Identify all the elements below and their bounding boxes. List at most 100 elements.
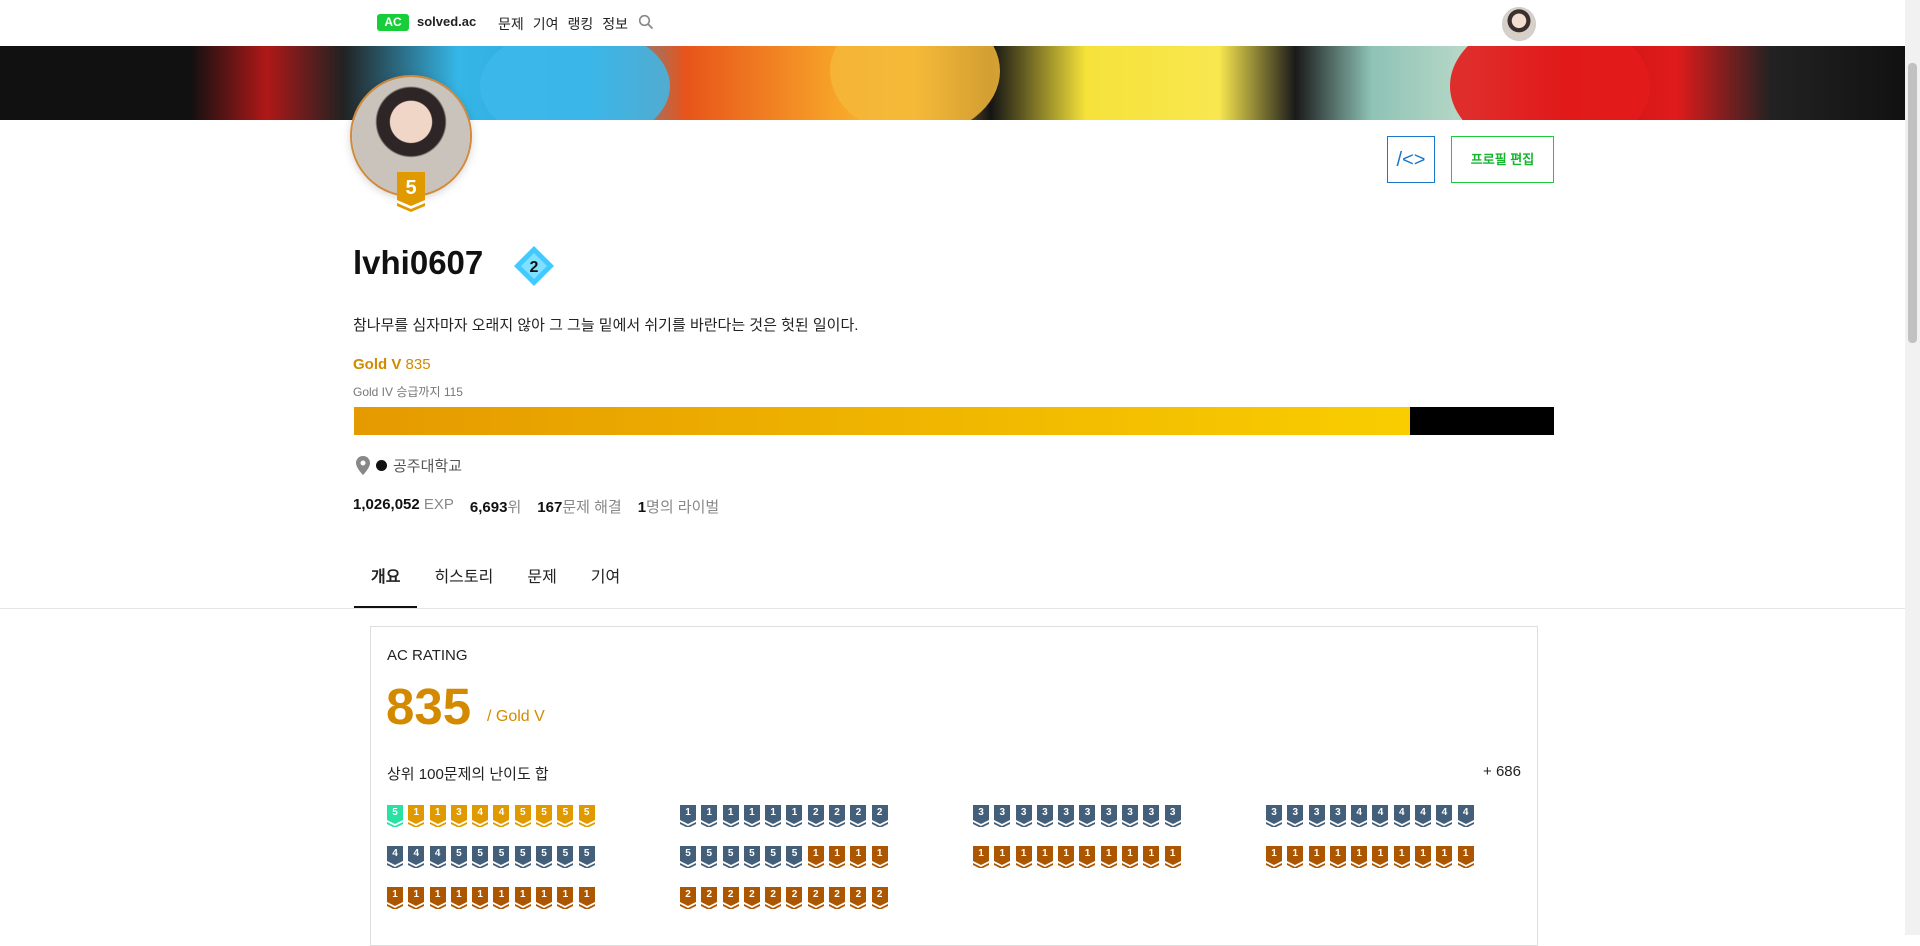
problem-tier-badge[interactable]: 5 (536, 805, 553, 827)
page-scrollbar[interactable] (1905, 0, 1920, 935)
problem-tier-badge[interactable]: 2 (850, 887, 867, 909)
problem-tier-badge[interactable]: 1 (1015, 846, 1032, 868)
problem-tier-badge[interactable]: 3 (1143, 805, 1160, 827)
problem-tier-badge[interactable]: 2 (829, 887, 846, 909)
problem-tier-badge[interactable]: 1 (680, 805, 696, 827)
problem-tier-badge[interactable]: 3 (1122, 805, 1139, 827)
problem-tier-badge[interactable]: 3 (1015, 805, 1032, 827)
user-avatar-menu[interactable] (1502, 7, 1536, 41)
nav-link-contribute[interactable]: 기여 (533, 14, 559, 34)
edit-profile-button[interactable]: 프로필 편집 (1451, 136, 1554, 183)
problem-tier-badge[interactable]: 1 (871, 846, 888, 868)
problem-tier-badge[interactable]: 3 (1266, 805, 1282, 827)
problem-tier-badge[interactable]: 2 (850, 805, 867, 827)
problem-tier-badge[interactable]: 5 (786, 846, 803, 868)
problem-tier-badge[interactable]: 1 (1393, 846, 1410, 868)
problem-tier-badge[interactable]: 3 (1308, 805, 1325, 827)
problem-tier-badge[interactable]: 4 (1393, 805, 1410, 827)
problem-tier-badge[interactable]: 1 (557, 887, 574, 909)
problem-tier-badge[interactable]: 1 (408, 805, 425, 827)
problem-tier-badge[interactable]: 1 (722, 805, 739, 827)
search-icon[interactable] (638, 14, 654, 30)
problem-tier-badge[interactable]: 1 (1266, 846, 1282, 868)
problem-tier-badge[interactable]: 1 (578, 887, 595, 909)
problem-tier-badge[interactable]: 3 (994, 805, 1011, 827)
nav-link-ranking[interactable]: 랭킹 (568, 14, 594, 34)
problem-tier-badge[interactable]: 3 (1058, 805, 1075, 827)
problem-tier-badge[interactable]: 5 (701, 846, 718, 868)
problem-tier-badge[interactable]: 1 (850, 846, 867, 868)
problem-tier-badge[interactable]: 1 (1122, 846, 1139, 868)
problem-tier-badge[interactable]: 5 (578, 805, 595, 827)
problem-tier-badge[interactable]: 1 (1329, 846, 1346, 868)
school-name[interactable]: 공주대학교 (393, 455, 462, 476)
problem-tier-badge[interactable]: 5 (536, 846, 553, 868)
problem-tier-badge[interactable]: 1 (994, 846, 1011, 868)
problem-tier-badge[interactable]: 2 (680, 887, 696, 909)
problem-tier-badge[interactable]: 2 (807, 887, 824, 909)
tab-problems[interactable]: 문제 (510, 564, 573, 609)
problem-tier-badge[interactable]: 1 (450, 887, 467, 909)
problem-tier-badge[interactable]: 2 (765, 887, 782, 909)
problem-tier-badge[interactable]: 2 (786, 887, 803, 909)
problem-tier-badge[interactable]: 1 (493, 887, 510, 909)
problem-tier-badge[interactable]: 2 (871, 805, 888, 827)
problem-tier-badge[interactable]: 4 (472, 805, 489, 827)
problem-tier-badge[interactable]: 5 (557, 805, 574, 827)
problem-tier-badge[interactable]: 1 (1415, 846, 1432, 868)
problem-tier-badge[interactable]: 3 (1100, 805, 1117, 827)
problem-tier-badge[interactable]: 1 (1100, 846, 1117, 868)
nav-link-problems[interactable]: 문제 (498, 14, 524, 34)
problem-tier-badge[interactable]: 4 (1351, 805, 1368, 827)
problem-tier-badge[interactable]: 3 (1036, 805, 1053, 827)
problem-tier-badge[interactable]: 3 (1079, 805, 1096, 827)
problem-tier-badge[interactable]: 1 (1372, 846, 1389, 868)
problem-tier-badge[interactable]: 1 (1287, 846, 1304, 868)
problem-tier-badge[interactable]: 2 (829, 805, 846, 827)
problem-tier-badge[interactable]: 1 (514, 887, 531, 909)
problem-tier-badge[interactable]: 1 (1308, 846, 1325, 868)
problem-tier-badge[interactable]: 1 (743, 805, 760, 827)
logo-text[interactable]: solved.ac (417, 14, 476, 29)
problem-tier-badge[interactable]: 1 (387, 887, 403, 909)
problem-tier-badge[interactable]: 1 (786, 805, 803, 827)
problem-tier-badge[interactable]: 2 (722, 887, 739, 909)
problem-tier-badge[interactable]: 1 (408, 887, 425, 909)
problem-tier-badge[interactable]: 2 (701, 887, 718, 909)
problem-tier-badge[interactable]: 1 (429, 805, 446, 827)
problem-tier-badge[interactable]: 2 (743, 887, 760, 909)
problem-tier-badge[interactable]: 1 (1143, 846, 1160, 868)
problem-tier-badge[interactable]: 2 (807, 805, 824, 827)
problem-tier-badge[interactable]: 5 (743, 846, 760, 868)
problem-tier-badge[interactable]: 5 (514, 846, 531, 868)
problem-tier-badge[interactable]: 1 (1436, 846, 1453, 868)
problem-tier-badge[interactable]: 5 (765, 846, 782, 868)
problem-tier-badge[interactable]: 4 (1372, 805, 1389, 827)
problem-tier-badge[interactable]: 1 (1457, 846, 1474, 868)
problem-tier-badge[interactable]: 5 (680, 846, 696, 868)
problem-tier-badge[interactable]: 1 (536, 887, 553, 909)
problem-tier-badge[interactable]: 2 (871, 887, 888, 909)
problem-tier-badge[interactable]: 5 (722, 846, 739, 868)
embed-badge-button[interactable]: /<> (1387, 136, 1435, 183)
problem-tier-badge[interactable]: 3 (1164, 805, 1181, 827)
problem-tier-badge[interactable]: 1 (973, 846, 989, 868)
tab-contributions[interactable]: 기여 (574, 564, 637, 609)
problem-tier-badge[interactable]: 1 (1036, 846, 1053, 868)
problem-tier-badge[interactable]: 5 (514, 805, 531, 827)
problem-tier-badge[interactable]: 4 (1457, 805, 1474, 827)
problem-tier-badge[interactable]: 1 (1058, 846, 1075, 868)
problem-tier-badge[interactable]: 1 (829, 846, 846, 868)
problem-tier-badge[interactable]: 1 (472, 887, 489, 909)
problem-tier-badge[interactable]: 1 (765, 805, 782, 827)
logo-badge[interactable]: AC (377, 14, 409, 31)
problem-tier-badge[interactable]: 1 (807, 846, 824, 868)
problem-tier-badge[interactable]: 4 (429, 846, 446, 868)
problem-tier-badge[interactable]: 3 (1287, 805, 1304, 827)
problem-tier-badge[interactable]: 4 (387, 846, 403, 868)
problem-tier-badge[interactable]: 3 (450, 805, 467, 827)
tab-overview[interactable]: 개요 (354, 564, 418, 609)
problem-tier-badge[interactable]: 5 (450, 846, 467, 868)
problem-tier-badge[interactable]: 1 (429, 887, 446, 909)
problem-tier-badge[interactable]: 5 (557, 846, 574, 868)
